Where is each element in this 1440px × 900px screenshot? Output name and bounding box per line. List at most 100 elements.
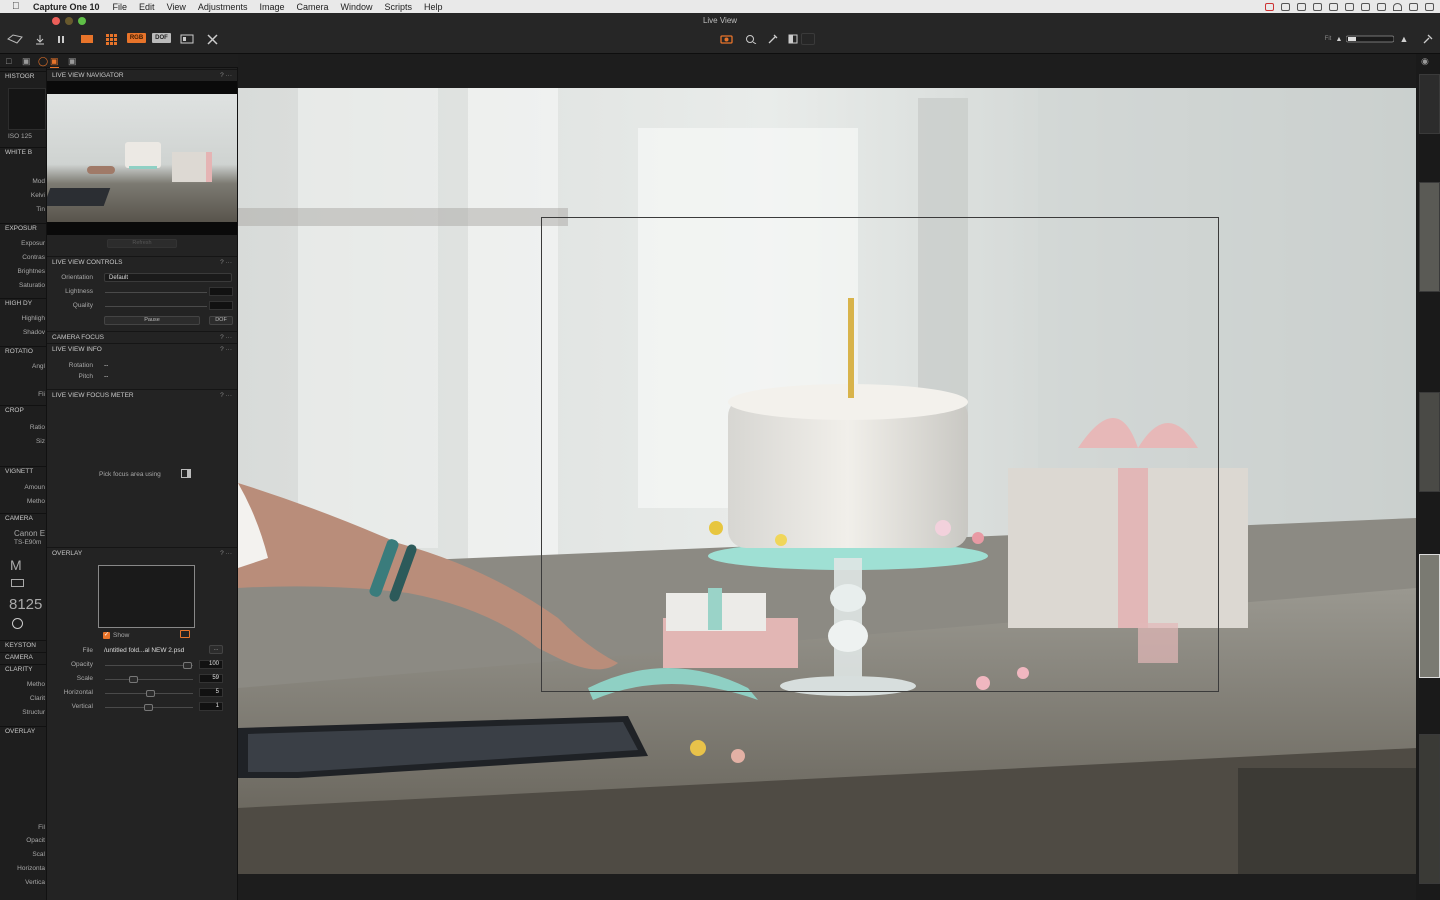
- zoom-slider[interactable]: [1346, 33, 1394, 45]
- overlay-opacity-slider[interactable]: [105, 662, 193, 669]
- status-icon[interactable]: [1297, 2, 1306, 11]
- overlay-browse-button[interactable]: ...: [209, 645, 223, 654]
- overlay-opacity-knob[interactable]: [183, 662, 192, 669]
- pin-icon[interactable]: [1422, 33, 1434, 45]
- lightness-slider[interactable]: [105, 292, 207, 293]
- tool-options[interactable]: ? ···: [220, 390, 232, 402]
- overlay-layer-icon[interactable]: [180, 630, 190, 638]
- eject-icon[interactable]: [1409, 2, 1418, 11]
- menu-file[interactable]: File: [113, 2, 128, 12]
- zoom-tool-icon[interactable]: [743, 33, 761, 45]
- capture-icon[interactable]: [79, 33, 95, 45]
- camera-focus-header[interactable]: CAMERA FOCUS ? ···: [47, 331, 237, 343]
- focus-area-icon[interactable]: [181, 469, 191, 478]
- compare-icon[interactable]: [179, 33, 195, 45]
- overlay-horizontal-slider[interactable]: [105, 690, 193, 697]
- zoom-small-icon[interactable]: ▲: [1334, 33, 1344, 45]
- apple-menu-icon[interactable]: : [12, 1, 24, 12]
- focus-area-rectangle[interactable]: [541, 217, 1219, 692]
- menu-view[interactable]: View: [167, 2, 186, 12]
- tool-header[interactable]: CAMERA: [0, 652, 46, 663]
- library-tab-icon[interactable]: □: [6, 56, 11, 66]
- tool-header[interactable]: CAMERA: [0, 513, 46, 524]
- overlay-scale-knob[interactable]: [129, 676, 138, 683]
- app-menu[interactable]: Capture One 10: [33, 2, 100, 12]
- live-view-viewer[interactable]: [238, 54, 1416, 900]
- tool-header[interactable]: WHITE B: [0, 147, 46, 158]
- overlay-horizontal-value[interactable]: 5: [199, 688, 223, 697]
- rgb-button[interactable]: RGB: [127, 33, 146, 43]
- eye-icon[interactable]: ◉: [1421, 56, 1429, 67]
- tool-header[interactable]: HISTOGR: [0, 71, 46, 82]
- thumbnail[interactable]: [1419, 734, 1440, 884]
- zoom-large-icon[interactable]: ▲: [1398, 33, 1410, 45]
- navigator-header[interactable]: LIVE VIEW NAVIGATOR ? ···: [47, 69, 237, 81]
- status-icon[interactable]: [1345, 2, 1354, 11]
- menu-help[interactable]: Help: [424, 2, 443, 12]
- camera-tab-icon[interactable]: ▣: [68, 56, 77, 67]
- focus-meter-header[interactable]: LIVE VIEW FOCUS METER ? ···: [47, 389, 237, 402]
- thumbnail[interactable]: [1419, 74, 1440, 134]
- menu-image[interactable]: Image: [259, 2, 284, 12]
- tool-header[interactable]: CROP: [0, 405, 46, 416]
- status-icon[interactable]: [1313, 2, 1322, 11]
- menu-adjustments[interactable]: Adjustments: [198, 2, 248, 12]
- timer-icon[interactable]: [12, 618, 23, 629]
- overlay-opacity-value[interactable]: 100: [199, 660, 223, 669]
- tool-header[interactable]: OVERLAY: [0, 726, 46, 737]
- refresh-button[interactable]: Refresh: [107, 239, 177, 248]
- overlay-preview[interactable]: [98, 565, 195, 628]
- menu-window[interactable]: Window: [340, 2, 372, 12]
- navigator-preview[interactable]: [47, 81, 237, 235]
- download-icon[interactable]: [33, 33, 47, 45]
- controls-header[interactable]: LIVE VIEW CONTROLS ? ···: [47, 256, 237, 269]
- tool-options[interactable]: ? ···: [220, 257, 232, 269]
- thumbnail-selected[interactable]: [1419, 554, 1440, 678]
- dof-button[interactable]: DOF: [209, 316, 233, 325]
- overlay-vertical-slider[interactable]: [105, 704, 193, 711]
- overlay-scale-slider[interactable]: [105, 676, 193, 683]
- lightness-value[interactable]: [209, 287, 233, 296]
- tool-header[interactable]: HIGH DY: [0, 298, 46, 309]
- tool-options[interactable]: ? ···: [220, 548, 232, 560]
- overlay-horizontal-knob[interactable]: [146, 690, 155, 697]
- camera-tool-icon[interactable]: [718, 33, 736, 45]
- show-checkbox[interactable]: ✓: [103, 632, 110, 639]
- picker-tool-icon[interactable]: [766, 33, 780, 45]
- volume-icon[interactable]: [1425, 2, 1434, 11]
- overlay-vertical-knob[interactable]: [144, 704, 153, 711]
- bluetooth-icon[interactable]: [1377, 2, 1386, 11]
- thumbnail[interactable]: [1419, 392, 1440, 492]
- status-icon[interactable]: [1265, 2, 1274, 11]
- overlay-vertical-value[interactable]: 1: [199, 702, 223, 711]
- import-icon[interactable]: [6, 33, 24, 45]
- info-header[interactable]: LIVE VIEW INFO ? ···: [47, 343, 237, 356]
- pause-button[interactable]: Pause: [104, 316, 200, 325]
- grid-icon[interactable]: [104, 33, 118, 45]
- status-icon[interactable]: [1329, 2, 1338, 11]
- tool-header[interactable]: CLARITY: [0, 664, 46, 675]
- lens-tab-icon[interactable]: ◯: [38, 56, 48, 67]
- tool-header[interactable]: KEYSTON: [0, 640, 46, 651]
- orientation-select[interactable]: Default: [104, 273, 232, 282]
- status-icon[interactable]: [1361, 2, 1370, 11]
- quality-value[interactable]: [209, 301, 233, 310]
- pause-icon[interactable]: [55, 33, 67, 45]
- overlay-header[interactable]: OVERLAY ? ···: [47, 547, 237, 560]
- split-view-icon[interactable]: [786, 33, 800, 45]
- tool-header[interactable]: VIGNETT: [0, 466, 46, 477]
- tool-header[interactable]: ROTATIO: [0, 346, 46, 357]
- tool-options[interactable]: ? ···: [220, 344, 232, 356]
- tool-header[interactable]: EXPOSUR: [0, 223, 46, 234]
- menu-scripts[interactable]: Scripts: [385, 2, 413, 12]
- tools-icon[interactable]: [205, 33, 219, 45]
- capture-tab-icon[interactable]: ▣: [22, 56, 31, 67]
- quality-slider[interactable]: [105, 306, 207, 307]
- wifi-icon[interactable]: [1393, 2, 1402, 11]
- menu-edit[interactable]: Edit: [139, 2, 155, 12]
- status-icon[interactable]: [1281, 2, 1290, 11]
- dof-button[interactable]: DOF: [152, 33, 171, 43]
- menu-camera[interactable]: Camera: [296, 2, 328, 12]
- thumbnail[interactable]: [1419, 182, 1440, 292]
- overlay-scale-value[interactable]: 59: [199, 674, 223, 683]
